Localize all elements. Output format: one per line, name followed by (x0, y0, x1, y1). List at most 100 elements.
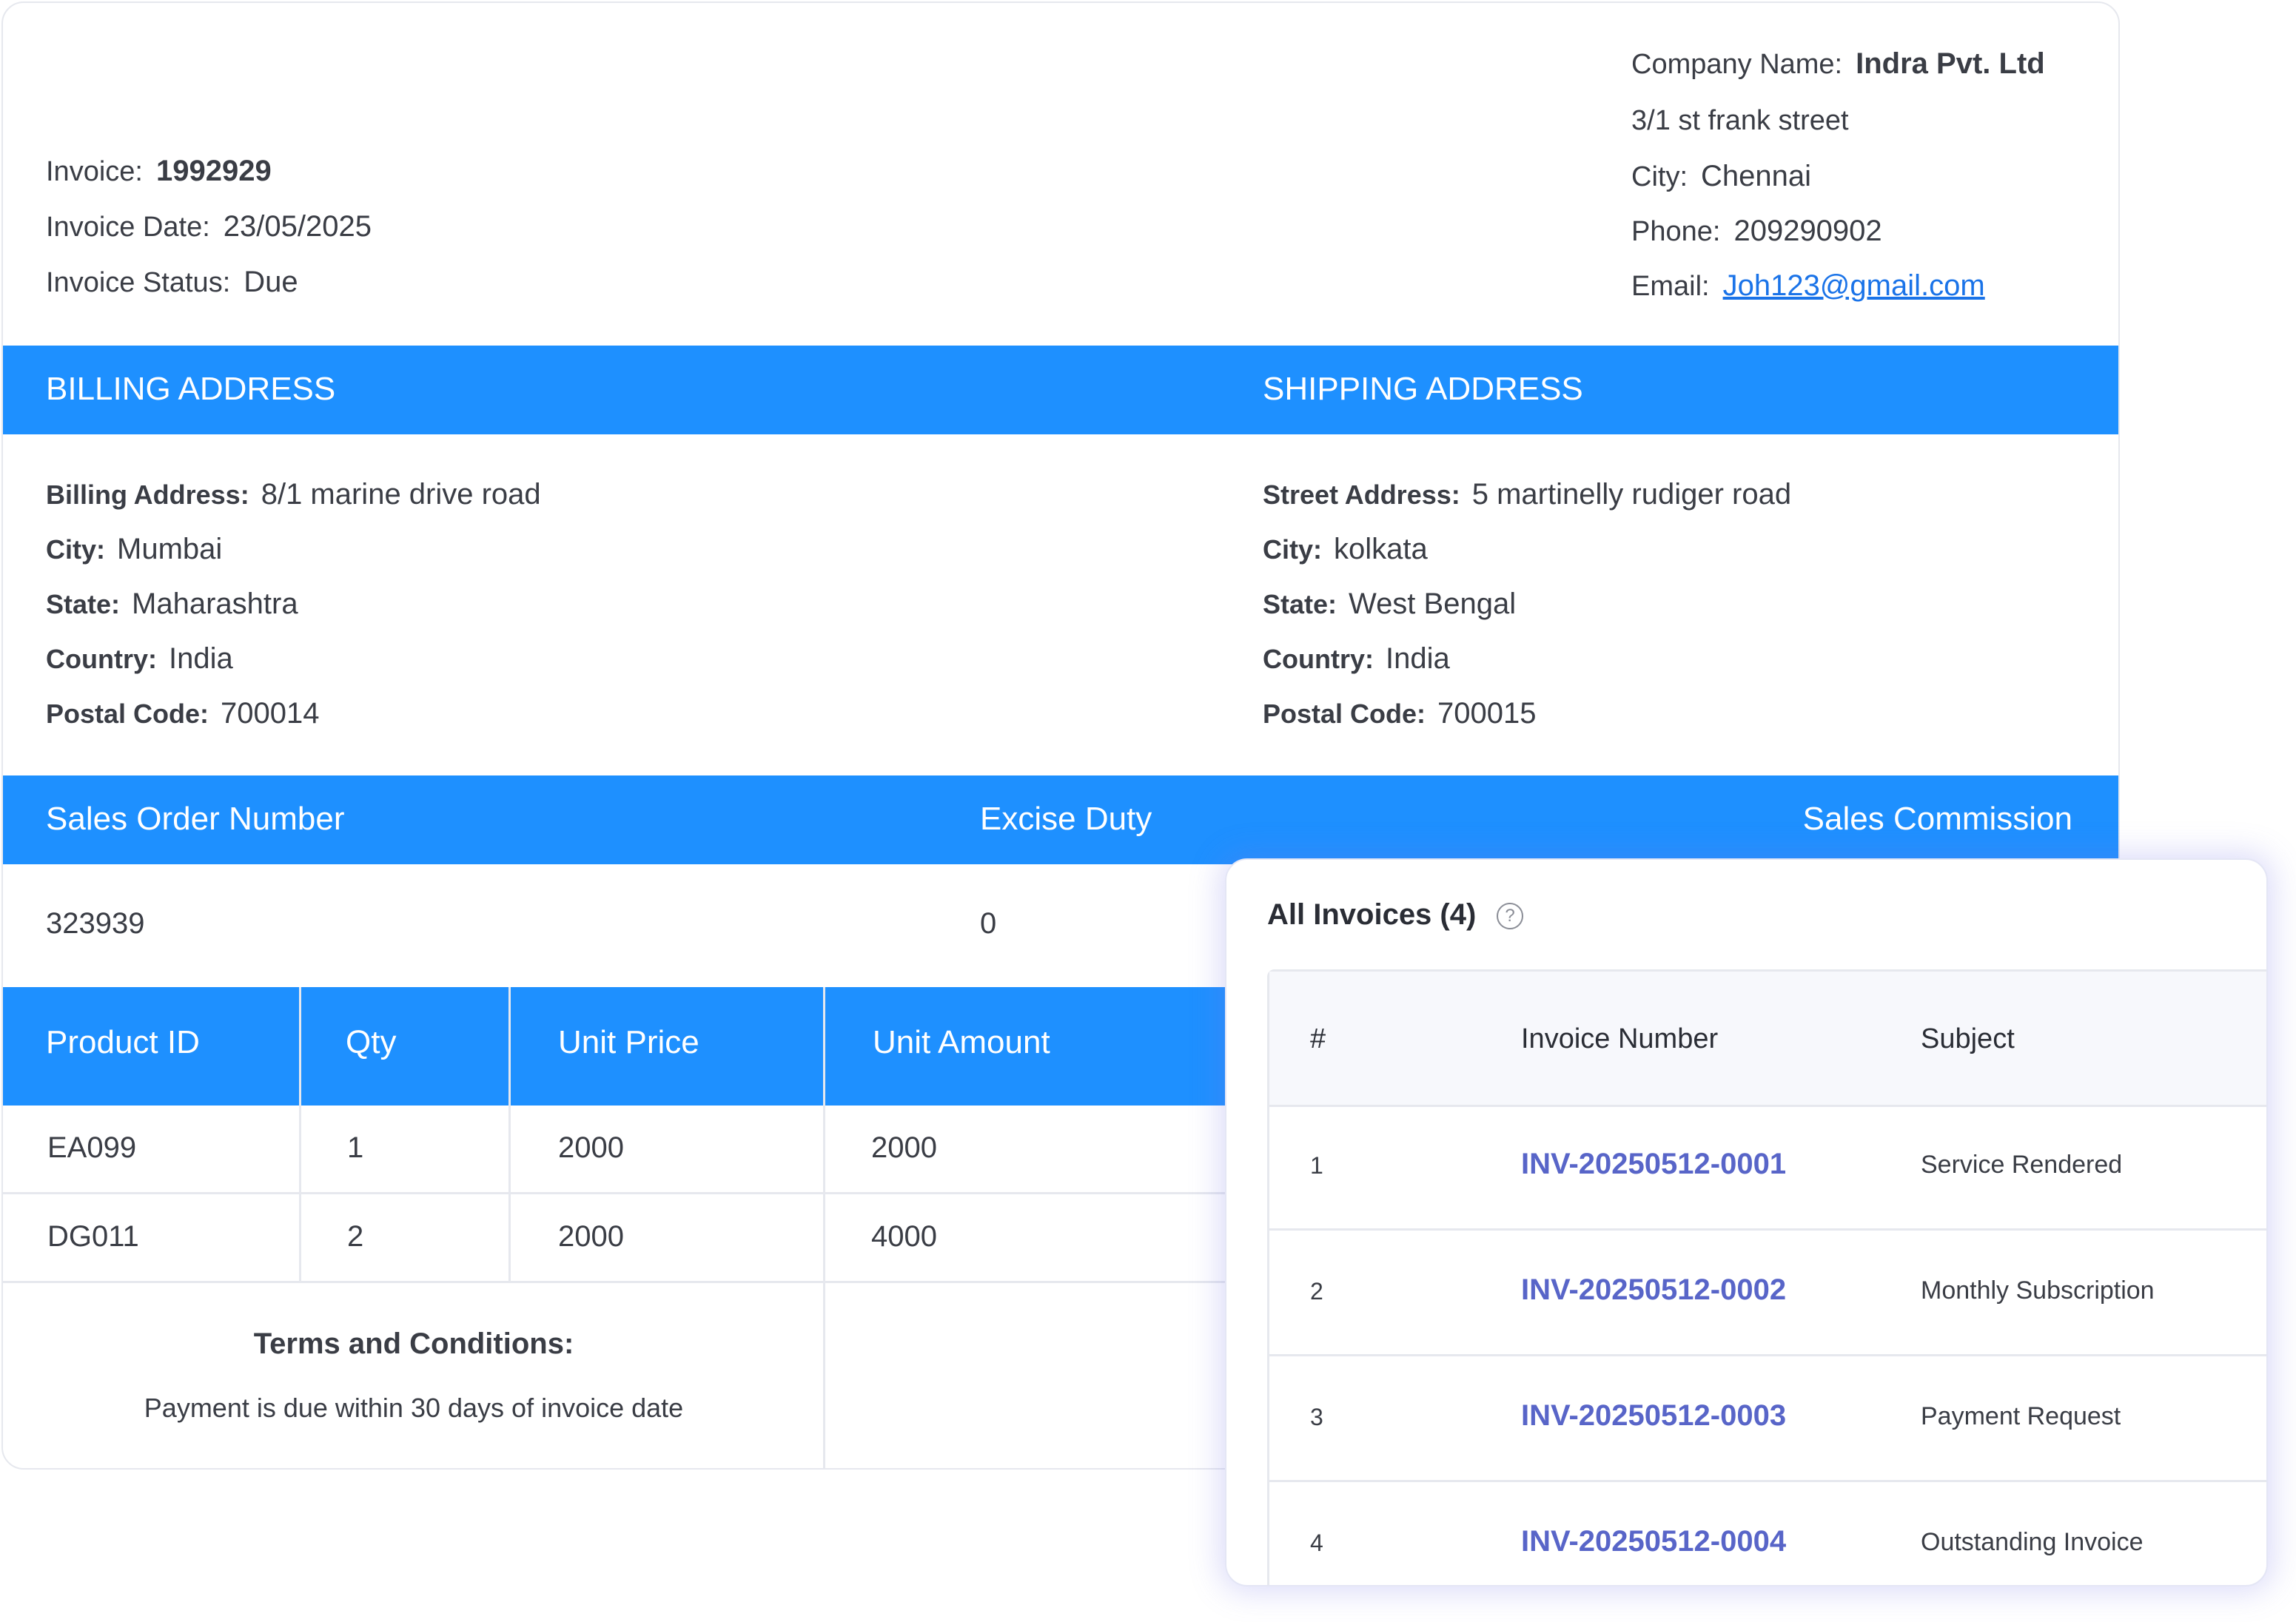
invoices-table: # Invoice Number Subject 1 INV-20250512-… (1267, 969, 2266, 1585)
shipping-country-line: Country: India (1263, 642, 1450, 676)
row-index: 4 (1310, 1530, 1323, 1556)
invoice-number-line: Invoice: 1992929 (46, 155, 272, 188)
invoice-number-link[interactable]: INV-20250512-0002 (1521, 1273, 1786, 1307)
shipping-city-line: City: kolkata (1263, 533, 1428, 566)
unit-price-header: Unit Price (511, 987, 823, 1106)
billing-country-label: Country: (46, 644, 157, 674)
invoice-subject: Outstanding Invoice (1921, 1528, 2144, 1556)
invoice-number-link[interactable]: INV-20250512-0004 (1521, 1525, 1786, 1558)
shipping-postal-line: Postal Code: 700015 (1263, 697, 1537, 730)
billing-postal-value: 700014 (221, 697, 320, 730)
billing-address-title: BILLING ADDRESS (46, 371, 336, 407)
billing-address-label: Billing Address: (46, 479, 249, 510)
sales-order-value: 323939 (46, 907, 145, 940)
unit-price-cell: 2000 (511, 1106, 825, 1194)
company-city-line: City: Chennai (1631, 160, 1811, 193)
company-email-label: Email: (1631, 271, 1710, 302)
shipping-state-label: State: (1263, 589, 1337, 619)
unit-price-cell: 2000 (511, 1194, 825, 1283)
company-phone-label: Phone: (1631, 216, 1721, 247)
unit-amount-header: Unit Amount (825, 987, 1269, 1106)
excise-duty-value: 0 (980, 907, 997, 940)
invoice-number-link[interactable]: INV-20250512-0003 (1521, 1399, 1786, 1433)
unit-amount-cell: 4000 (825, 1194, 1269, 1283)
billing-city-line: City: Mumbai (46, 533, 222, 566)
invoice-number-column-header: Invoice Number (1521, 1023, 1719, 1054)
product-id-cell: EA099 (3, 1106, 301, 1194)
unit-amount-cell: 2000 (825, 1106, 1269, 1194)
qty-header: Qty (301, 987, 508, 1106)
billing-state-line: State: Maharashtra (46, 588, 298, 621)
billing-address-line: Billing Address: 8/1 marine drive road (46, 478, 541, 511)
product-id-header: Product ID (3, 987, 299, 1106)
billing-city-value: Mumbai (117, 533, 223, 565)
shipping-address-value: 5 martinelly rudiger road (1471, 478, 1792, 511)
sales-order-header: Sales Order Number (46, 801, 345, 837)
shipping-state-value: West Bengal (1349, 588, 1517, 620)
invoices-table-header: # Invoice Number Subject (1269, 972, 2266, 1107)
table-row[interactable]: 3 INV-20250512-0003 Payment Request (1269, 1356, 2266, 1482)
invoice-date-label: Invoice Date: (46, 212, 210, 243)
invoice-date-value: 23/05/2025 (223, 210, 372, 243)
billing-state-value: Maharashtra (132, 588, 298, 620)
shipping-country-value: India (1385, 642, 1450, 675)
row-index: 1 (1310, 1152, 1323, 1179)
product-id-cell: DG011 (3, 1194, 301, 1283)
billing-postal-label: Postal Code: (46, 699, 209, 729)
row-index: 3 (1310, 1404, 1323, 1430)
company-name-value: Indra Pvt. Ltd (1856, 47, 2045, 80)
shipping-city-value: kolkata (1334, 533, 1428, 565)
invoice-subject: Monthly Subscription (1921, 1276, 2155, 1305)
shipping-address-title: SHIPPING ADDRESS (1263, 371, 1583, 407)
all-invoices-title: All Invoices (4) (1267, 898, 1477, 931)
shipping-address-line: Street Address: 5 martinelly rudiger road (1263, 478, 1791, 511)
column-divider (508, 987, 511, 1283)
address-header-band: BILLING ADDRESS SHIPPING ADDRESS (3, 346, 2118, 434)
shipping-postal-label: Postal Code: (1263, 699, 1426, 729)
invoice-status-line: Invoice Status: Due (46, 266, 298, 299)
invoice-subject: Payment Request (1921, 1402, 2121, 1430)
terms-text: Payment is due within 30 days of invoice… (144, 1393, 684, 1423)
shipping-city-label: City: (1263, 534, 1322, 565)
qty-cell: 1 (301, 1106, 511, 1194)
column-divider (299, 987, 301, 1283)
company-street: 3/1 st frank street (1631, 105, 1849, 136)
company-email-line: Email: Joh123@gmail.com (1631, 269, 1985, 303)
terms-title: Terms and Conditions: (253, 1327, 574, 1360)
billing-city-label: City: (46, 534, 105, 565)
company-name-label: Company Name: (1631, 49, 1843, 80)
company-city-value: Chennai (1701, 160, 1812, 192)
question-circle-icon[interactable]: ? (1497, 903, 1523, 929)
company-phone-line: Phone: 209290902 (1631, 215, 1882, 248)
company-phone-value: 209290902 (1733, 215, 1882, 247)
qty-cell: 2 (301, 1194, 511, 1283)
invoice-date-line: Invoice Date: 23/05/2025 (46, 210, 372, 243)
shipping-state-line: State: West Bengal (1263, 588, 1516, 621)
shipping-address-label: Street Address: (1263, 479, 1460, 510)
excise-duty-header: Excise Duty (980, 801, 1152, 837)
billing-state-label: State: (46, 589, 121, 619)
billing-address-value: 8/1 marine drive road (261, 478, 541, 511)
invoice-status-value: Due (244, 266, 298, 298)
billing-country-line: Country: India (46, 642, 233, 676)
sales-commission-header: Sales Commission (1802, 801, 2072, 837)
table-row[interactable]: 4 INV-20250512-0004 Outstanding Invoice (1269, 1482, 2266, 1585)
index-column-header: # (1310, 1023, 1326, 1054)
company-name-line: Company Name: Indra Pvt. Ltd (1631, 47, 2045, 81)
shipping-postal-value: 700015 (1437, 697, 1537, 730)
billing-country-value: India (168, 642, 233, 675)
invoice-number-label: Invoice: (46, 156, 143, 187)
row-index: 2 (1310, 1278, 1323, 1305)
sales-header-band: Sales Order Number Excise Duty Sales Com… (3, 775, 2118, 864)
subject-column-header: Subject (1921, 1023, 2015, 1054)
company-city-label: City: (1631, 161, 1688, 192)
company-email-link[interactable]: Joh123@gmail.com (1723, 269, 1985, 302)
billing-postal-line: Postal Code: 700014 (46, 697, 320, 730)
all-invoices-panel: All Invoices (4) ? # Invoice Number Subj… (1225, 858, 2268, 1586)
invoice-subject: Service Rendered (1921, 1151, 2123, 1179)
invoice-number-value: 1992929 (155, 155, 272, 187)
invoice-status-label: Invoice Status: (46, 267, 231, 298)
table-row[interactable]: 1 INV-20250512-0001 Service Rendered (1269, 1105, 2266, 1231)
invoice-number-link[interactable]: INV-20250512-0001 (1521, 1148, 1786, 1181)
table-row[interactable]: 2 INV-20250512-0002 Monthly Subscription (1269, 1231, 2266, 1356)
